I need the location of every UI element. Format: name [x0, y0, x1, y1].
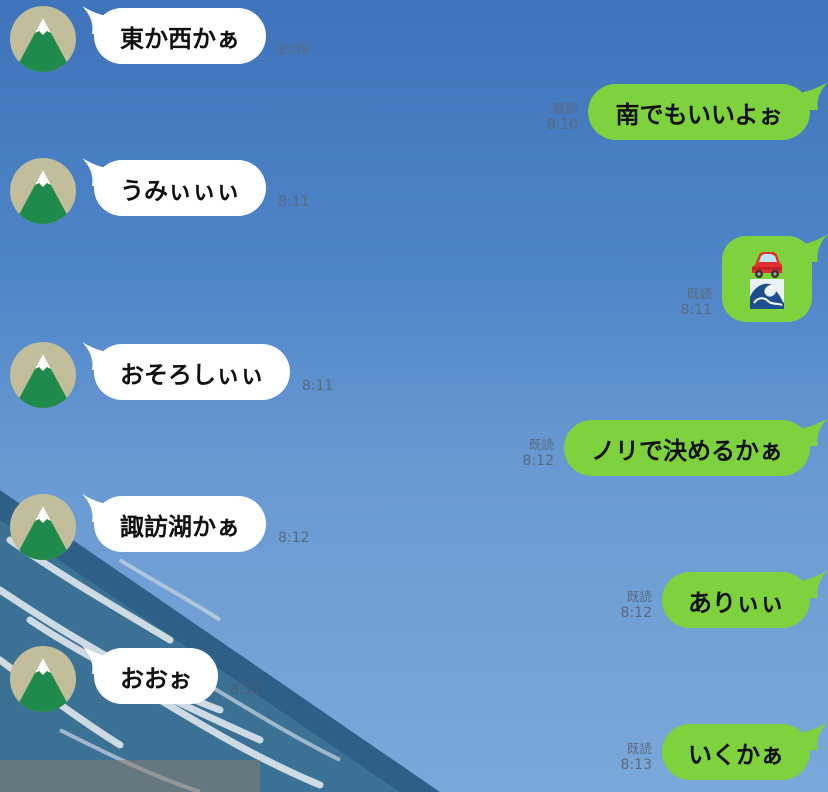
avatar[interactable]	[10, 494, 76, 560]
message-bubble[interactable]: おおぉ	[94, 648, 218, 704]
wave-icon	[750, 279, 784, 309]
message-time: 8:09	[278, 42, 310, 58]
message-text: ありぃぃ	[688, 588, 784, 617]
avatar[interactable]	[10, 6, 76, 72]
message-meta: 既読 8:11	[680, 286, 712, 318]
message-meta: 既読 8:13	[620, 741, 652, 773]
message-text: いくかぁ	[688, 740, 784, 769]
message-text: 東か西かぁ	[120, 24, 240, 53]
message-text: うみぃぃぃ	[120, 176, 240, 205]
car-icon	[752, 252, 782, 278]
bubble-tail	[794, 570, 828, 598]
message-time: 8:11	[302, 378, 334, 394]
message-bubble[interactable]: 東か西かぁ	[94, 8, 266, 64]
message-bubble[interactable]: いくかぁ	[662, 724, 810, 780]
message-bubble[interactable]: おそろしぃぃ	[94, 344, 290, 400]
message-time: 8:12	[230, 682, 262, 698]
message-bubble[interactable]: ノリで決めるかぁ	[564, 420, 810, 476]
message-text: 南でもいいよぉ	[615, 100, 783, 129]
avatar[interactable]	[10, 342, 76, 408]
message-meta: 既読 8:10	[546, 101, 578, 133]
message-time: 8:12	[278, 530, 310, 546]
avatar[interactable]	[10, 158, 76, 224]
message-text: おおぉ	[120, 664, 192, 693]
message-bubble[interactable]: 諏訪湖かぁ	[94, 496, 266, 552]
bubble-tail	[794, 722, 828, 750]
bubble-tail	[794, 418, 828, 446]
message-text: 諏訪湖かぁ	[120, 512, 240, 541]
message-time: 8:11	[278, 194, 310, 210]
message-text: おそろしぃぃ	[120, 360, 264, 389]
message-bubble[interactable]: うみぃぃぃ	[94, 160, 266, 216]
avatar[interactable]	[10, 646, 76, 712]
message-meta: 既読 8:12	[620, 589, 652, 621]
message-text: ノリで決めるかぁ	[591, 436, 783, 465]
message-bubble[interactable]: ありぃぃ	[662, 572, 810, 628]
bubble-tail	[794, 234, 828, 262]
message-meta: 既読 8:12	[522, 437, 554, 469]
bubble-tail	[794, 82, 828, 110]
message-bubble[interactable]: 南でもいいよぉ	[588, 84, 810, 140]
